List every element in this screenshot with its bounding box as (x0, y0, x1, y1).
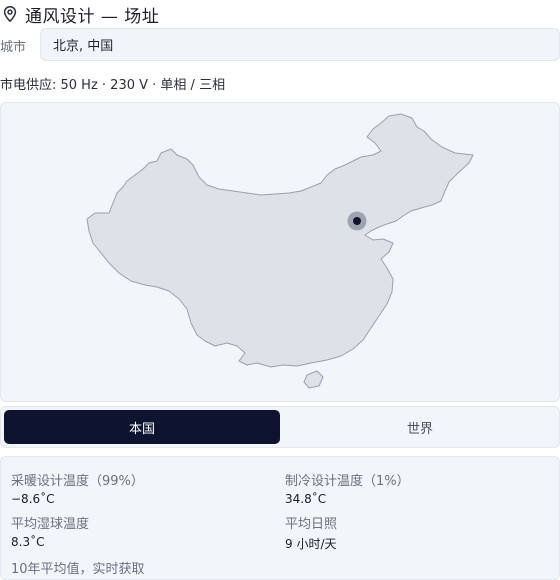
stat-avg-sunshine: 平均日照 9 小时/天 (285, 513, 337, 552)
beijing-marker[interactable] (353, 217, 361, 225)
china-mainland-shape (86, 113, 474, 368)
region-tabs: 本国 世界 (0, 406, 560, 448)
stat-value: 8.3˚C (11, 535, 45, 549)
stats-footnote: 10年平均值，实时获取 (11, 562, 145, 577)
city-row: 城市 (0, 28, 560, 62)
stat-heating-design-temp: 采暖设计温度（99%） −8.6˚C (11, 470, 144, 506)
stat-label: 采暖设计温度（99%） (11, 474, 144, 489)
stat-label: 平均日照 (285, 517, 338, 532)
city-label: 城市 (0, 39, 27, 55)
climate-stats-panel: 采暖设计温度（99%） −8.6˚C 制冷设计温度（1%） 34.8˚C 平均湿… (0, 456, 560, 580)
stat-label: 制冷设计温度（1%） (285, 474, 410, 489)
stat-avg-wetbulb-temp: 平均湿球温度 8.3˚C (11, 513, 89, 549)
hainan-island-shape (303, 370, 324, 389)
header: 通风设计 — 场址 (0, 0, 560, 28)
page-title: 通风设计 — 场址 (25, 6, 160, 27)
power-supply-text: 市电供应: 50 Hz · 230 V · 单相 / 三相 (0, 78, 226, 93)
tab-domestic[interactable]: 本国 (4, 410, 280, 444)
china-map[interactable] (1, 103, 560, 403)
stat-value: −8.6˚C (11, 492, 55, 506)
stat-value: 34.8˚C (285, 492, 327, 506)
stat-value: 9 小时/天 (285, 537, 337, 551)
map-panel[interactable] (0, 102, 560, 402)
tab-world[interactable]: 世界 (282, 410, 558, 444)
stat-cooling-design-temp: 制冷设计温度（1%） 34.8˚C (285, 470, 410, 506)
map-pin-icon (3, 6, 17, 23)
city-input[interactable] (40, 28, 560, 61)
stat-label: 平均湿球温度 (11, 517, 90, 532)
